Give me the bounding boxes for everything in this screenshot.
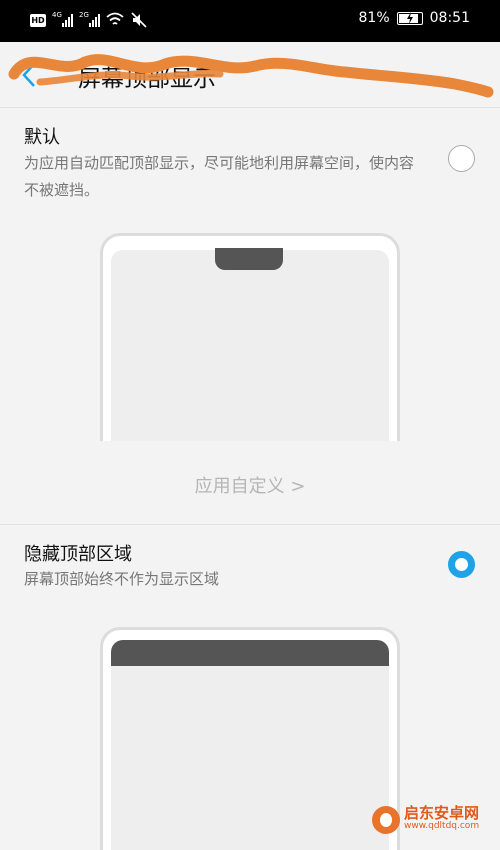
status-left: HD 4G 2G xyxy=(30,11,148,28)
watermark-text: 启东安卓网 www.qdltdq.com xyxy=(404,804,480,833)
battery-icon xyxy=(396,11,423,25)
header: 屏幕顶部显示 xyxy=(0,42,500,108)
chevron-left-icon[interactable] xyxy=(18,60,40,90)
sim2-network-tag: 2G xyxy=(79,11,89,19)
watermark-logo-icon xyxy=(372,806,400,834)
charging-bolt-icon xyxy=(406,11,413,24)
radio-default[interactable] xyxy=(448,145,475,172)
divider xyxy=(0,524,500,525)
mute-icon xyxy=(131,12,147,28)
radio-hide-top[interactable] xyxy=(448,551,475,578)
preview-topbar-phone xyxy=(100,627,400,850)
wifi-icon xyxy=(106,12,124,25)
signal-icon: 2G xyxy=(79,11,100,27)
option-description: 为应用自动匹配顶部显示，尽可能地利用屏幕空间，使内容不被遮挡。 xyxy=(24,154,415,199)
preview-notch xyxy=(215,248,283,270)
watermark-url: www.qdltdq.com xyxy=(404,821,480,831)
hd-icon: HD xyxy=(30,13,46,27)
page-title: 屏幕顶部显示 xyxy=(78,66,216,92)
preview-top-bar xyxy=(111,640,389,666)
status-right: 81% 08:51 xyxy=(359,10,470,26)
option-description: 屏幕顶部始终不作为显示区域 xyxy=(24,570,220,588)
status-bar: HD 4G 2G 81% 08:51 xyxy=(0,0,500,42)
clock: 08:51 xyxy=(429,10,470,26)
app-custom-link[interactable]: 应用自定义 > xyxy=(0,472,500,498)
signal-icon: 4G xyxy=(52,11,73,27)
preview-screen xyxy=(111,250,389,441)
battery-percent: 81% xyxy=(358,10,390,26)
preview-screen xyxy=(111,644,389,850)
option-title: 默认 xyxy=(24,127,60,148)
preview-notch-phone xyxy=(100,233,400,441)
watermark-name: 启东安卓网 xyxy=(404,804,480,822)
watermark: 启东安卓网 www.qdltdq.com xyxy=(372,806,479,834)
sim1-network-tag: 4G xyxy=(52,11,62,19)
option-title: 隐藏顶部区域 xyxy=(24,544,132,565)
